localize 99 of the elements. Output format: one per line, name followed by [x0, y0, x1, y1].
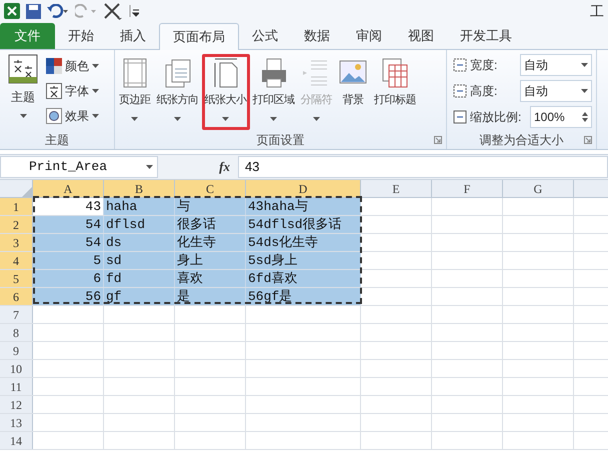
table-cell: 54 — [33, 234, 104, 251]
caret-icon — [20, 114, 26, 118]
page-setup-button[interactable]: 纸张方向 — [154, 54, 202, 130]
table-cell: 身上 — [175, 252, 246, 269]
save-icon[interactable] — [26, 4, 41, 18]
ribbon-tab[interactable]: 视图 — [395, 23, 447, 49]
row-header[interactable]: 11 — [0, 378, 33, 395]
scale-option-icon — [453, 58, 467, 72]
window-title: 工 — [590, 2, 604, 20]
row-header[interactable]: 3 — [0, 234, 33, 251]
spinner-icon[interactable] — [582, 111, 588, 123]
scale-dropdown[interactable]: 自动 — [520, 54, 592, 76]
dialog-launcher-icon[interactable] — [584, 136, 592, 144]
color-swatch-icon — [46, 58, 62, 74]
table-cell: dflsd — [104, 216, 175, 233]
scale-option-icon — [453, 110, 467, 124]
group-title: 主题 — [45, 132, 69, 149]
page-setup-button[interactable]: 页边距 — [116, 54, 154, 130]
undo-icon[interactable] — [47, 4, 69, 18]
row-header[interactable]: 6 — [0, 288, 33, 305]
ribbon-tab[interactable]: 数据 — [291, 23, 343, 49]
column-header[interactable]: A — [33, 180, 104, 197]
group-title: 调整为合适大小 — [480, 132, 564, 149]
theme-option-button[interactable]: 字体 — [46, 81, 99, 101]
ribbon-tab[interactable]: 插入 — [107, 23, 159, 49]
column-header[interactable]: B — [104, 180, 175, 197]
table-cell: 喜欢 — [175, 270, 246, 287]
pages-icon — [162, 57, 192, 89]
row-header[interactable]: 13 — [0, 414, 33, 431]
table-cell: fd — [104, 270, 175, 287]
row-header[interactable]: 10 — [0, 360, 33, 377]
table-cell: 54dflsd很多话 — [246, 216, 361, 233]
table-cell: 5 — [33, 252, 104, 269]
themes-icon — [8, 54, 38, 84]
column-header[interactable]: G — [503, 180, 574, 197]
row-header[interactable]: 12 — [0, 396, 33, 413]
table-cell: 6 — [33, 270, 104, 287]
scale-dropdown[interactable]: 自动 — [520, 80, 592, 102]
table-cell: haha — [104, 198, 175, 215]
table-cell: 56gf是 — [246, 288, 361, 305]
theme-option-button[interactable]: 颜色 — [46, 56, 99, 76]
column-header[interactable]: D — [246, 180, 361, 197]
table-icon — [380, 57, 410, 89]
page-setup-button[interactable]: 打印区域 — [250, 54, 298, 130]
caret-icon — [146, 165, 153, 169]
caret-icon — [581, 63, 588, 67]
table-cell: 5sd身上 — [246, 252, 361, 269]
column-header[interactable]: C — [175, 180, 246, 197]
table-cell: sd — [104, 252, 175, 269]
ribbon-tab[interactable]: 开始 — [55, 23, 107, 49]
table-cell: 与 — [175, 198, 246, 215]
effects-icon — [46, 108, 62, 124]
row-header[interactable]: 9 — [0, 342, 33, 359]
formula-field[interactable]: 43 — [238, 156, 608, 178]
theme-option-button[interactable]: 效果 — [46, 106, 99, 126]
font-icon — [46, 83, 62, 99]
function-label[interactable]: fx — [219, 157, 230, 177]
table-cell: 54 — [33, 216, 104, 233]
row-header[interactable]: 4 — [0, 252, 33, 269]
themes-button[interactable]: 主题 — [4, 54, 42, 131]
table-cell: 56 — [33, 288, 104, 305]
customize-toolbar-icon[interactable] — [129, 5, 139, 17]
row-header[interactable]: 14 — [0, 432, 33, 449]
scale-label: 宽度: — [470, 57, 498, 74]
table-cell: 很多话 — [175, 216, 246, 233]
column-header[interactable]: F — [432, 180, 503, 197]
caret-icon — [92, 89, 99, 93]
table-cell: 54ds化生寺 — [246, 234, 361, 251]
page-setup-button[interactable]: 打印标题 — [371, 54, 419, 130]
spreadsheet-app-icon[interactable] — [4, 3, 20, 19]
caret-icon — [581, 89, 588, 93]
column-header[interactable]: E — [361, 180, 432, 197]
row-header[interactable]: 8 — [0, 324, 33, 341]
caret-icon — [92, 64, 99, 68]
dialog-launcher-icon[interactable] — [434, 136, 442, 144]
ribbon-tab[interactable]: 审阅 — [343, 23, 395, 49]
scale-label: 高度: — [470, 83, 498, 100]
table-cell: 是 — [175, 288, 246, 305]
name-box[interactable]: Print_Area — [0, 156, 158, 178]
row-header[interactable]: 2 — [0, 216, 33, 233]
file-tab[interactable]: 文件 — [0, 23, 55, 49]
ribbon-tab[interactable]: 页面布局 — [159, 23, 239, 50]
row-header[interactable]: 1 — [0, 198, 33, 215]
scale-label: 缩放比例: — [470, 109, 522, 126]
table-cell: ds — [104, 234, 175, 251]
table-cell: 化生寺 — [175, 234, 246, 251]
row-header[interactable]: 7 — [0, 306, 33, 323]
row-header[interactable]: 5 — [0, 270, 33, 287]
page-setup-button[interactable]: 背景 — [335, 54, 371, 130]
ribbon-tab[interactable]: 开发工具 — [447, 23, 525, 49]
tools-icon[interactable] — [103, 2, 123, 20]
table-cell: 43haha与 — [246, 198, 361, 215]
scale-spin-field[interactable]: 100% — [530, 106, 592, 128]
table-cell: gf — [104, 288, 175, 305]
group-title: 页面设置 — [256, 132, 304, 149]
scale-option-icon — [453, 84, 467, 98]
table-cell: 6fd喜欢 — [246, 270, 361, 287]
caret-icon — [92, 114, 99, 118]
ribbon-tab[interactable]: 公式 — [239, 23, 291, 49]
